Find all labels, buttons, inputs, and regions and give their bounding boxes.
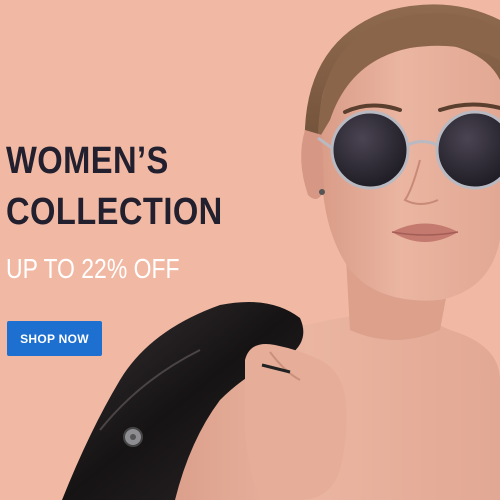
headline-line-1: WOMEN’S bbox=[6, 140, 169, 182]
headline-line-2: COLLECTION bbox=[6, 191, 223, 233]
discount-offer: UP TO 22% OFF bbox=[6, 253, 180, 284]
hero-banner: WOMEN’S COLLECTION UP TO 22% OFF SHOP NO… bbox=[0, 0, 500, 500]
collection-headline: WOMEN’S COLLECTION bbox=[6, 136, 223, 238]
model-photo bbox=[62, 4, 500, 500]
shop-now-button[interactable]: SHOP NOW bbox=[7, 321, 102, 356]
